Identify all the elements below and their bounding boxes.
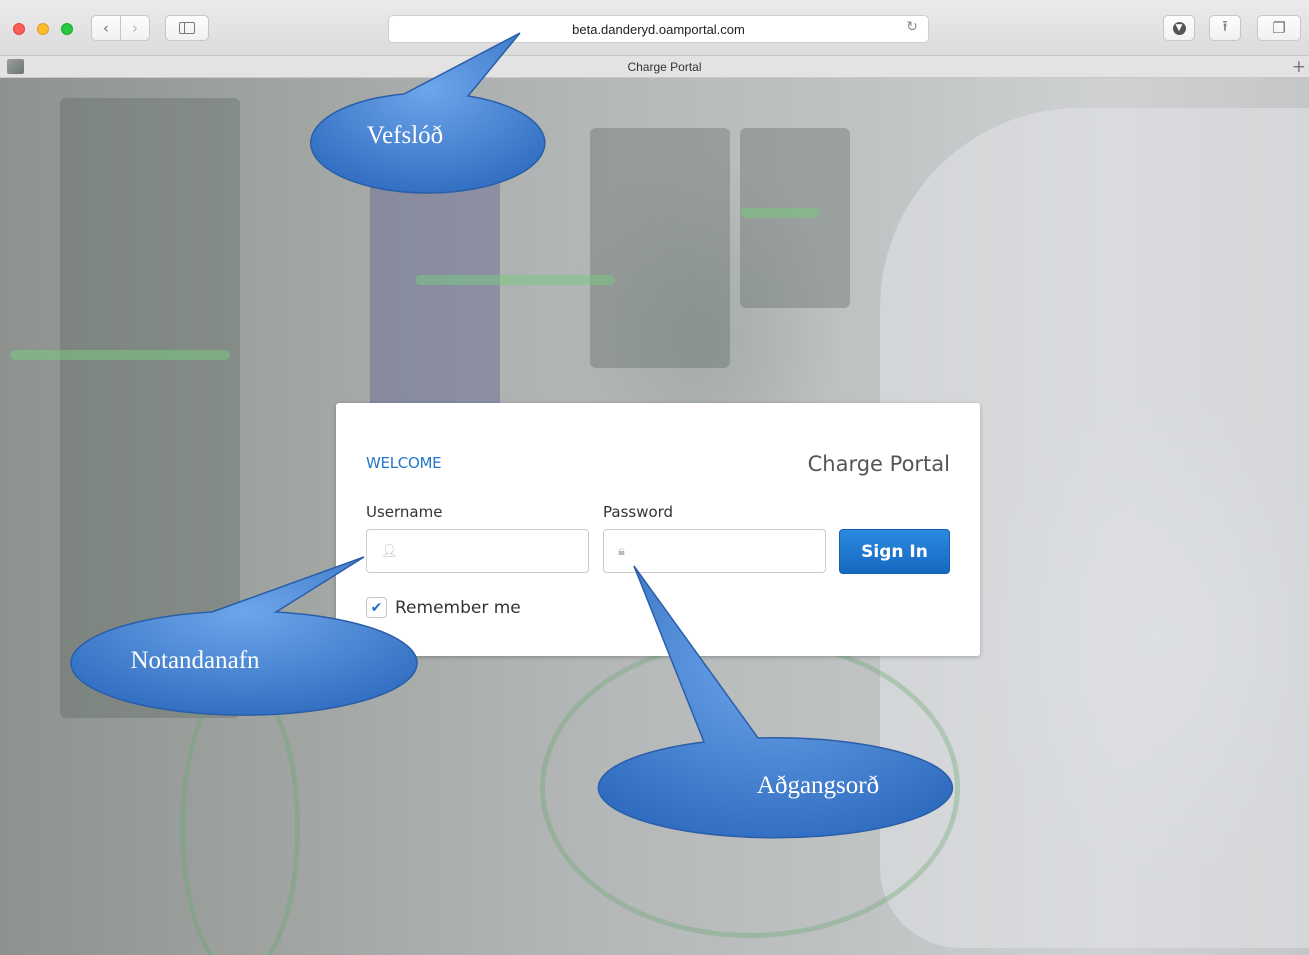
- download-icon: ▼: [1172, 21, 1186, 35]
- charging-station-shape: [740, 128, 850, 308]
- forward-button[interactable]: ›: [120, 15, 150, 41]
- close-window-button[interactable]: [13, 23, 25, 35]
- password-label: Password: [603, 503, 674, 521]
- sign-in-button[interactable]: Sign In: [839, 529, 950, 574]
- reload-icon[interactable]: ↻: [906, 19, 918, 35]
- user-icon: 👤︎: [381, 544, 398, 559]
- remember-me-checkbox[interactable]: ✔: [366, 597, 387, 618]
- favicon-icon: [7, 59, 24, 74]
- maximize-window-button[interactable]: [61, 23, 73, 35]
- back-button[interactable]: ‹: [91, 15, 121, 41]
- username-field-wrapper: 👤︎: [366, 529, 589, 573]
- plus-icon[interactable]: +: [1292, 57, 1306, 77]
- welcome-heading: WELCOME: [366, 454, 442, 472]
- share-button[interactable]: ⭱: [1209, 15, 1241, 41]
- chevron-right-icon: ›: [132, 19, 138, 37]
- sidebar-icon: [179, 22, 195, 34]
- password-callout-text: Aðgangsorð: [756, 772, 880, 799]
- tabs-icon: ❐: [1272, 19, 1286, 37]
- browser-toolbar: ‹ › beta.danderyd.oamportal.com ↻ ▼ ⭱ ❐: [0, 0, 1309, 56]
- green-light-strip: [415, 275, 615, 285]
- lock-icon: 🔒︎: [618, 544, 625, 559]
- password-field-wrapper: 🔒︎: [603, 529, 826, 573]
- chevron-left-icon: ‹: [103, 19, 109, 37]
- url-text: beta.danderyd.oamportal.com: [572, 21, 745, 37]
- address-bar[interactable]: beta.danderyd.oamportal.com ↻: [388, 15, 929, 43]
- username-input[interactable]: [403, 530, 583, 572]
- remember-me-row[interactable]: ✔ Remember me: [366, 597, 521, 618]
- green-light-strip: [740, 208, 820, 218]
- url-callout-text: Vefslóð: [366, 122, 444, 149]
- charging-station-shape: [370, 148, 500, 428]
- charging-station-shape: [590, 128, 730, 368]
- minimize-window-button[interactable]: [37, 23, 49, 35]
- sidebar-toggle-button[interactable]: [165, 15, 209, 41]
- green-light-strip: [10, 350, 230, 360]
- share-icon: ⭱: [1222, 16, 1228, 35]
- username-callout-text: Notandanafn: [130, 647, 260, 674]
- brand-title: Charge Portal: [807, 452, 950, 476]
- password-input[interactable]: [640, 530, 820, 572]
- username-label: Username: [366, 503, 443, 521]
- tab-overview-button[interactable]: ❐: [1257, 15, 1301, 41]
- charging-station-shape: [60, 98, 240, 718]
- tab-charge-portal[interactable]: Charge Portal: [40, 60, 1289, 74]
- download-button[interactable]: ▼: [1163, 15, 1195, 41]
- cable-shape: [180, 678, 300, 955]
- login-panel: WELCOME Charge Portal Username Password …: [336, 403, 980, 656]
- remember-me-label: Remember me: [395, 597, 521, 618]
- tab-bar: Charge Portal +: [0, 56, 1309, 78]
- checkmark-icon: ✔: [370, 599, 383, 616]
